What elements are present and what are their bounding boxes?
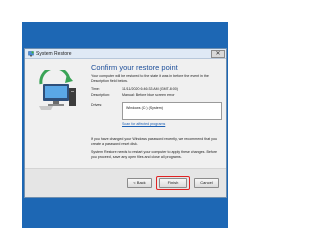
drive-list-item[interactable]: Windows (C:) (System): [126, 106, 163, 111]
description-value: Manual: Before blue screen error: [122, 93, 175, 97]
button-footer: < Back Finish Cancel: [25, 168, 226, 197]
time-value: 11/11/2020 6:46:33 AM (GMT-8:00): [122, 87, 178, 91]
finish-button[interactable]: Finish: [159, 178, 187, 188]
title-bar[interactable]: System Restore ✕: [25, 49, 226, 59]
window-title: System Restore: [36, 51, 72, 57]
scan-affected-programs-link[interactable]: Scan for affected programs: [122, 122, 165, 127]
left-illustration-panel: [26, 60, 86, 168]
cancel-button[interactable]: Cancel: [194, 178, 219, 188]
intro-text: Your computer will be restored to the st…: [91, 74, 209, 83]
screenshot-stage: System Restore ✕ Confirm your restore po…: [0, 0, 250, 250]
page-heading: Confirm your restore point: [91, 63, 178, 72]
drives-list[interactable]: Windows (C:) (System): [122, 102, 222, 120]
system-restore-window: System Restore ✕ Confirm your restore po…: [24, 48, 227, 198]
drives-label: Drives:: [91, 103, 103, 107]
close-button[interactable]: ✕: [211, 50, 225, 58]
restart-note: System Restore needs to restart your com…: [91, 150, 218, 159]
back-button[interactable]: < Back: [127, 178, 152, 188]
time-label: Time:: [91, 87, 100, 91]
system-restore-icon: [28, 51, 34, 57]
computer-restore-illustration: [39, 70, 76, 110]
close-icon: ✕: [215, 51, 221, 57]
description-label: Description:: [91, 93, 110, 97]
password-reset-note: If you have changed your Windows passwor…: [91, 137, 217, 146]
